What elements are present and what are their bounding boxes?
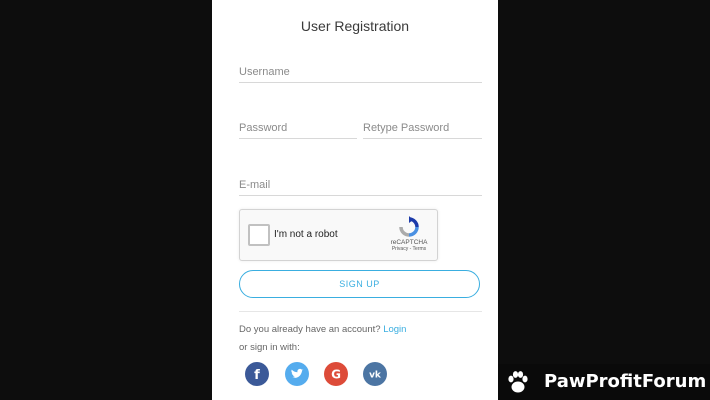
email-field-wrap	[239, 175, 482, 196]
password-field-wrap	[239, 118, 357, 139]
account-question: Do you already have an account?	[239, 324, 381, 335]
recaptcha-label: I'm not a robot	[274, 229, 338, 240]
recaptcha-logo: reCAPTCHA Privacy - Terms	[389, 216, 429, 252]
recaptcha-brand: reCAPTCHA	[390, 239, 428, 246]
google-icon[interactable]: G	[324, 362, 348, 386]
registration-panel: User Registration I'm not a robot reCAPT…	[212, 0, 498, 400]
retype-password-field-wrap	[363, 118, 482, 139]
watermark-text: PawProfitForum	[544, 371, 707, 392]
account-prompt: Do you already have an account? Login	[239, 324, 406, 335]
vk-icon[interactable]: vk	[363, 362, 387, 386]
username-field-wrap	[239, 62, 482, 83]
or-sign-in-text: or sign in with:	[239, 342, 300, 353]
recaptcha-checkbox[interactable]	[248, 224, 270, 246]
password-field[interactable]	[239, 122, 357, 134]
recaptcha-links[interactable]: Privacy - Terms	[389, 246, 429, 252]
divider	[239, 311, 482, 312]
facebook-icon[interactable]: f	[245, 362, 269, 386]
recaptcha-widget: I'm not a robot reCAPTCHA Privacy - Term…	[239, 209, 438, 261]
watermark-badge: PawProfitForum	[498, 364, 710, 400]
login-link[interactable]: Login	[383, 324, 406, 335]
paw-icon	[508, 371, 528, 393]
sign-up-button[interactable]: SIGN UP	[239, 270, 480, 298]
svg-text:vk: vk	[369, 371, 382, 381]
recaptcha-icon	[399, 216, 419, 237]
retype-password-field[interactable]	[363, 122, 482, 134]
username-field[interactable]	[239, 66, 482, 78]
email-field[interactable]	[239, 179, 482, 191]
page-title: User Registration	[300, 18, 410, 34]
twitter-icon[interactable]	[285, 362, 309, 386]
svg-text:G: G	[331, 368, 341, 382]
svg-text:f: f	[254, 368, 260, 383]
